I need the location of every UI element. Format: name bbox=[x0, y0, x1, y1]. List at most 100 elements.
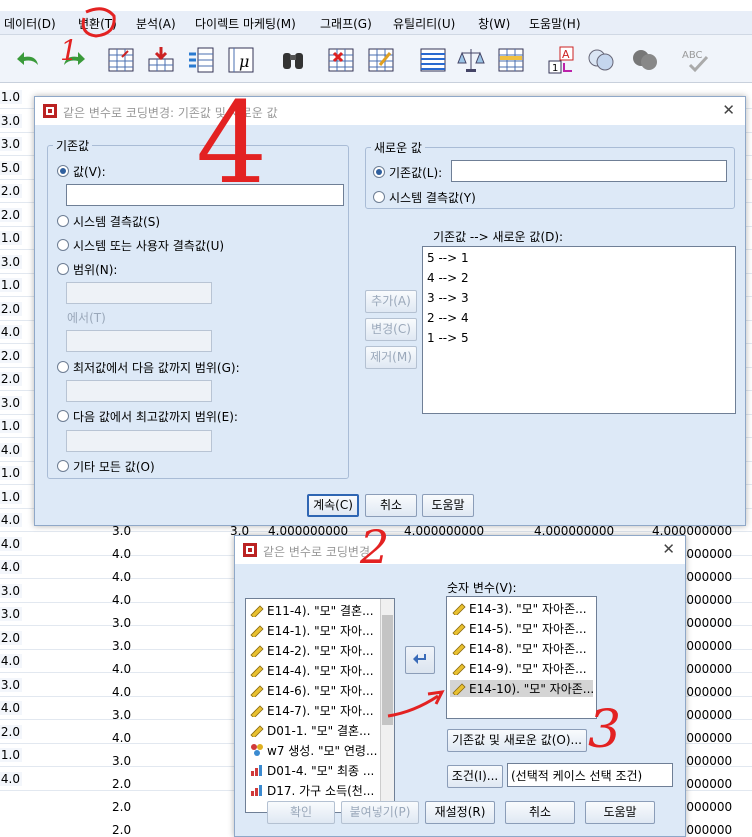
row-value[interactable]: 3.0 bbox=[0, 137, 22, 151]
cell-value[interactable]: 4.0 bbox=[112, 593, 131, 607]
row-value[interactable]: 3.0 bbox=[0, 607, 22, 621]
list-item[interactable]: E14-7). "모" 자아... bbox=[250, 702, 374, 719]
value-labels-icon[interactable]: A1 bbox=[546, 45, 576, 75]
insert-variable-icon[interactable] bbox=[366, 45, 396, 75]
old-new-list[interactable]: 5 --> 1 4 --> 2 3 --> 3 2 --> 4 1 --> 5 bbox=[422, 246, 736, 414]
split-file-icon[interactable] bbox=[418, 45, 448, 75]
list-item[interactable]: E14-9). "모" 자아존... bbox=[450, 660, 593, 677]
list-item[interactable]: E14-8). "모" 자아존... bbox=[450, 640, 593, 657]
cell-value[interactable]: 3.0 bbox=[112, 754, 131, 768]
cancel-button[interactable]: 취소 bbox=[505, 801, 575, 824]
row-value[interactable]: 3.0 bbox=[0, 254, 22, 269]
ok-button[interactable]: 확인 bbox=[267, 801, 335, 824]
list-item[interactable]: E11-4). "모" 결혼... bbox=[250, 602, 374, 619]
list-item[interactable]: 5 --> 1 bbox=[427, 251, 469, 265]
cell-value[interactable]: 4.0 bbox=[112, 731, 131, 745]
add-button[interactable]: 추가(A) bbox=[365, 290, 417, 313]
cell-value[interactable]: 3.0 bbox=[112, 639, 131, 653]
numeric-variables-list[interactable]: E14-3). "모" 자아존... E14-5). "모" 자아존... E14-… bbox=[446, 596, 597, 719]
row-value[interactable]: 4.0 bbox=[0, 513, 22, 527]
through-highest-radio[interactable] bbox=[57, 410, 69, 422]
menu-window[interactable]: 창(W) bbox=[478, 15, 510, 32]
select-cases-icon[interactable] bbox=[496, 45, 526, 75]
use-variable-sets-icon[interactable] bbox=[586, 45, 616, 75]
row-value[interactable]: 4.0 bbox=[0, 536, 22, 551]
cell-value[interactable]: 3.0 bbox=[112, 524, 131, 538]
system-or-user-missing-radio[interactable] bbox=[57, 239, 69, 251]
row-value[interactable]: 3.0 bbox=[0, 583, 22, 598]
list-item[interactable]: E14-3). "모" 자아존... bbox=[450, 600, 593, 617]
menu-analyze[interactable]: 분석(A) bbox=[136, 15, 176, 32]
reset-button[interactable]: 재설정(R) bbox=[425, 801, 495, 824]
row-value[interactable]: 2.0 bbox=[0, 724, 22, 739]
menu-help[interactable]: 도움말(H) bbox=[529, 15, 581, 32]
list-item[interactable]: 3 --> 3 bbox=[427, 291, 469, 305]
spelling-icon[interactable]: ABC bbox=[680, 45, 710, 75]
list-item[interactable]: E14-1). "모" 자아... bbox=[250, 622, 374, 639]
list-item[interactable]: D17. 가구 소득(천... bbox=[250, 782, 374, 799]
new-value-input[interactable] bbox=[451, 160, 727, 182]
lowest-through-radio[interactable] bbox=[57, 361, 69, 373]
list-item[interactable]: E14-2). "모" 자아... bbox=[250, 642, 374, 659]
remove-button[interactable]: 제거(M) bbox=[365, 346, 417, 369]
range-radio[interactable] bbox=[57, 263, 69, 275]
cell-value[interactable]: 4.0 bbox=[112, 547, 131, 561]
row-value[interactable]: 1.0 bbox=[0, 278, 22, 292]
cell-value[interactable]: 3.0 bbox=[112, 708, 131, 722]
undo-icon[interactable] bbox=[14, 45, 44, 75]
show-all-variables-icon[interactable] bbox=[630, 45, 660, 75]
continue-button[interactable]: 계속(C) bbox=[307, 494, 359, 517]
find-icon[interactable] bbox=[278, 45, 308, 75]
row-value[interactable]: 2.0 bbox=[0, 630, 22, 645]
list-item[interactable]: 4 --> 2 bbox=[427, 271, 469, 285]
row-value[interactable]: 3.0 bbox=[0, 677, 22, 692]
row-value[interactable]: 1.0 bbox=[0, 231, 22, 245]
system-missing-radio[interactable] bbox=[57, 215, 69, 227]
cell-value[interactable]: 4.0 bbox=[112, 662, 131, 676]
row-value[interactable]: 3.0 bbox=[0, 395, 22, 410]
row-value[interactable]: 3.0 bbox=[0, 113, 22, 128]
menu-graphs[interactable]: 그래프(G) bbox=[320, 15, 372, 32]
cell-value[interactable]: 4.0 bbox=[112, 570, 131, 584]
row-value[interactable]: 2.0 bbox=[0, 207, 22, 222]
if-button[interactable]: 조건(I)... bbox=[447, 765, 503, 788]
row-value[interactable]: 1.0 bbox=[0, 90, 22, 104]
cell-value[interactable]: 2.0 bbox=[112, 823, 131, 837]
list-item[interactable]: E14-5). "모" 자아존... bbox=[450, 620, 593, 637]
all-other-values-radio[interactable] bbox=[57, 460, 69, 472]
value-radio[interactable] bbox=[57, 165, 69, 177]
row-value[interactable]: 4.0 bbox=[0, 560, 22, 574]
goto-case-icon[interactable] bbox=[106, 45, 136, 75]
row-value[interactable]: 1.0 bbox=[0, 489, 22, 504]
goto-variable-icon[interactable] bbox=[146, 45, 176, 75]
row-value[interactable]: 2.0 bbox=[0, 301, 22, 316]
row-value[interactable]: 2.0 bbox=[0, 348, 22, 363]
list-item[interactable]: E14-10). "모" 자아존... bbox=[450, 680, 594, 697]
paste-button[interactable]: 붙여넣기(P) bbox=[341, 801, 419, 824]
list-item[interactable]: E14-6). "모" 자아... bbox=[250, 682, 374, 699]
cancel-button[interactable]: 취소 bbox=[365, 494, 417, 517]
run-descriptive-icon[interactable]: μ bbox=[226, 45, 256, 75]
list-item[interactable]: 2 --> 4 bbox=[427, 311, 469, 325]
list-item[interactable]: D01-1. "모" 결혼... bbox=[250, 722, 371, 739]
lowest-through-input[interactable] bbox=[66, 380, 212, 402]
variables-icon[interactable] bbox=[186, 45, 216, 75]
new-value-radio[interactable] bbox=[373, 166, 385, 178]
range-from-input[interactable] bbox=[66, 282, 212, 304]
row-value[interactable]: 4.0 bbox=[0, 325, 22, 339]
row-value[interactable]: 4.0 bbox=[0, 701, 22, 715]
menu-utilities[interactable]: 유틸리티(U) bbox=[393, 15, 455, 32]
close-icon[interactable]: ✕ bbox=[662, 540, 675, 558]
source-variable-list[interactable]: E11-4). "모" 결혼... E14-1). "모" 자아... E14-2)… bbox=[245, 598, 395, 813]
help-button[interactable]: 도움말 bbox=[585, 801, 655, 824]
old-new-values-button[interactable]: 기존값 및 새로운 값(O)... bbox=[447, 729, 587, 752]
list-item[interactable]: 1 --> 5 bbox=[427, 331, 469, 345]
row-value[interactable]: 4.0 bbox=[0, 654, 22, 668]
help-button[interactable]: 도움말 bbox=[422, 494, 474, 517]
row-value[interactable]: 2.0 bbox=[0, 372, 22, 386]
menu-data[interactable]: 데이터(D) bbox=[4, 15, 56, 32]
row-value[interactable]: 2.0 bbox=[0, 184, 22, 198]
row-value[interactable]: 1.0 bbox=[0, 466, 22, 480]
through-highest-input[interactable] bbox=[66, 430, 212, 452]
change-button[interactable]: 변경(C) bbox=[365, 318, 417, 341]
